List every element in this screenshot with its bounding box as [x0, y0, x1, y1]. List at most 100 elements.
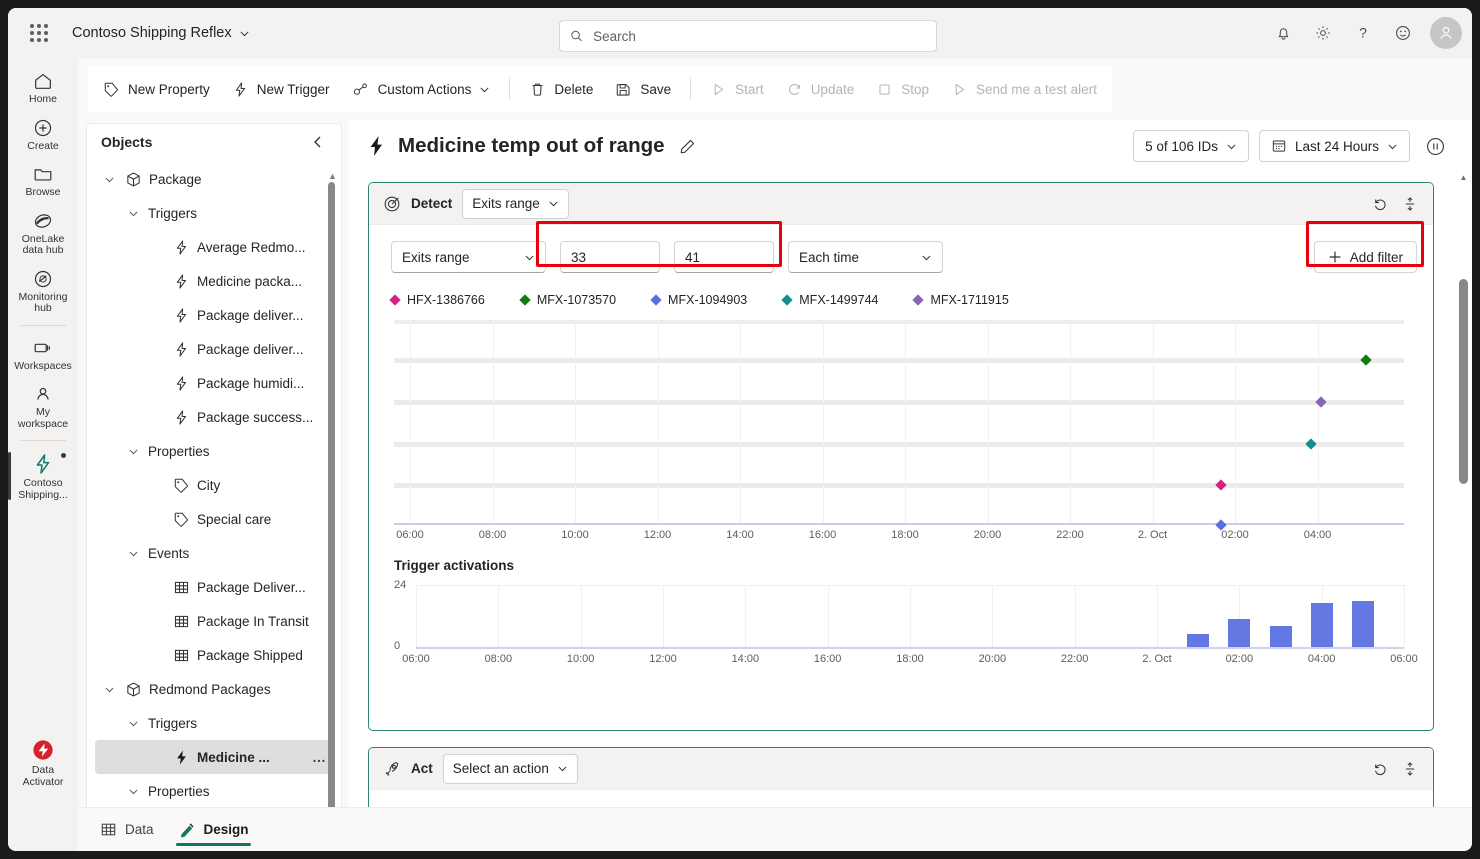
legend-item[interactable]: MFX-1073570 [519, 293, 616, 307]
search-input[interactable] [591, 27, 926, 45]
global-search[interactable] [559, 20, 937, 52]
workspace-name-dropdown[interactable]: Contoso Shipping Reflex [72, 25, 250, 41]
chevron-down-icon[interactable] [125, 718, 141, 729]
rail-item-create[interactable]: Create [8, 111, 78, 158]
tree-item[interactable]: Triggers [95, 706, 333, 740]
rail-item-workspaces[interactable]: Workspaces [8, 331, 78, 378]
chevron-down-icon[interactable] [125, 446, 141, 457]
start-button[interactable]: Start [699, 72, 775, 106]
save-button[interactable]: Save [604, 72, 682, 106]
tab-data[interactable]: Data [90, 809, 164, 851]
tree-item[interactable]: Package deliver... [95, 298, 333, 332]
detect-type-dropdown[interactable]: Exits range [462, 188, 569, 219]
expand-collapse-icon[interactable] [1397, 756, 1423, 782]
tree-item[interactable]: Events [95, 536, 333, 570]
legend-item[interactable]: MFX-1499744 [781, 293, 879, 307]
legend-label: MFX-1499744 [799, 293, 879, 307]
scrollbar-thumb[interactable] [1459, 279, 1468, 484]
act-card-header-icons [1367, 756, 1423, 782]
tree-item-more-icon[interactable]: … [312, 749, 327, 765]
tree-item[interactable]: Triggers [95, 196, 333, 230]
tree-item[interactable]: Package humidi... [95, 366, 333, 400]
tree-item[interactable]: Package success... [95, 400, 333, 434]
data-point[interactable] [1359, 354, 1372, 366]
legend-item[interactable]: MFX-1711915 [912, 293, 1009, 307]
tree-item[interactable]: Package deliver... [95, 332, 333, 366]
app-launcher-icon[interactable] [22, 16, 56, 50]
gear-icon[interactable] [1306, 16, 1340, 50]
condition-type-dropdown[interactable]: Exits range [391, 241, 546, 273]
legend-item[interactable]: HFX-1386766 [389, 293, 485, 307]
data-point[interactable] [1304, 438, 1317, 450]
rail-item-contoso-shipping[interactable]: Contoso Shipping... [8, 446, 78, 506]
pencil-icon[interactable] [679, 138, 696, 155]
tree-item[interactable]: Medicine packa... [95, 264, 333, 298]
chevron-down-icon[interactable] [125, 548, 141, 559]
new-trigger-button[interactable]: New Trigger [221, 72, 341, 106]
custom-actions-icon [353, 83, 367, 95]
tab-label: Data [125, 822, 154, 837]
tree-item[interactable]: Special care [95, 502, 333, 536]
id-filter-dropdown[interactable]: 5 of 106 IDs [1133, 130, 1249, 162]
tree-item[interactable]: Package Deliver... [95, 570, 333, 604]
frequency-dropdown[interactable]: Each time [788, 241, 943, 273]
tree-item[interactable]: City [95, 468, 333, 502]
x-axis-tick-label: 14:00 [726, 529, 754, 541]
data-point[interactable] [1215, 479, 1227, 491]
rail-item-home[interactable]: Home [8, 64, 78, 111]
send-test-alert-button[interactable]: Send me a test alert [940, 72, 1108, 106]
rail-item-my-workspace[interactable]: My workspace [8, 377, 78, 435]
bar[interactable] [1269, 626, 1292, 647]
add-filter-button[interactable]: Add filter [1313, 241, 1417, 273]
chevron-down-icon[interactable] [101, 174, 117, 185]
tree-item[interactable]: Average Redmo... [95, 230, 333, 264]
objects-tree-scrollbar[interactable]: ▲ ▼ [328, 172, 337, 851]
update-button[interactable]: Update [775, 72, 866, 106]
new-property-button[interactable]: New Property [92, 72, 221, 106]
undo-icon[interactable] [1367, 756, 1393, 782]
select-action-dropdown[interactable]: Select an action [442, 753, 578, 784]
custom-actions-button[interactable]: Custom Actions [341, 72, 502, 106]
stop-button[interactable]: Stop [865, 72, 940, 106]
scrollbar-thumb[interactable] [328, 182, 335, 817]
act-rocket-icon [385, 761, 399, 776]
pause-circle-icon[interactable] [1420, 131, 1450, 161]
scroll-up-icon[interactable]: ▲ [1459, 174, 1468, 182]
tree-item[interactable]: Package In Transit [95, 604, 333, 638]
rail-item-browse[interactable]: Browse [8, 157, 78, 204]
tree-item[interactable]: Redmond Packages [95, 672, 333, 706]
tree-item[interactable]: Package [95, 162, 333, 196]
tree-item[interactable]: Medicine ... … [95, 740, 333, 774]
legend-item[interactable]: MFX-1094903 [650, 293, 747, 307]
rail-item-monitoring-hub[interactable]: Monitoring hub [8, 262, 78, 320]
tree-item[interactable]: Properties [95, 774, 333, 808]
tree-item[interactable]: Package Shipped [95, 638, 333, 672]
expand-collapse-icon[interactable] [1397, 191, 1423, 217]
chevron-down-icon[interactable] [101, 684, 117, 695]
delete-button[interactable]: Delete [518, 72, 604, 106]
chevron-left-icon[interactable] [307, 131, 329, 153]
bar[interactable] [1187, 634, 1210, 647]
chevron-down-icon[interactable] [125, 786, 141, 797]
tree-item-label: Medicine ... [197, 749, 270, 765]
tab-design[interactable]: Design [168, 809, 259, 851]
undo-icon[interactable] [1367, 191, 1393, 217]
rail-item-data-activator[interactable]: Data Activator [8, 731, 78, 793]
notification-bell-icon[interactable] [1266, 16, 1300, 50]
chevron-down-icon[interactable] [125, 208, 141, 219]
time-range-dropdown[interactable]: Last 24 Hours [1258, 130, 1410, 162]
min-value-input[interactable] [560, 241, 660, 273]
tree-item[interactable]: Properties [95, 434, 333, 468]
avatar[interactable] [1430, 17, 1462, 49]
bar[interactable] [1351, 600, 1374, 647]
max-value-input[interactable] [674, 241, 774, 273]
help-icon[interactable]: ? [1346, 16, 1380, 50]
legend-marker-icon [650, 294, 662, 306]
bar[interactable] [1310, 603, 1333, 647]
content-scrollbar[interactable]: ▲ ▼ [1459, 174, 1468, 814]
scroll-up-icon[interactable]: ▲ [328, 172, 337, 181]
bar[interactable] [1228, 618, 1251, 647]
rail-item-onelake-data-hub[interactable]: OneLake data hub [8, 204, 78, 262]
feedback-smiley-icon[interactable] [1386, 16, 1420, 50]
x-axis-tick-label: 02:00 [1221, 529, 1249, 541]
